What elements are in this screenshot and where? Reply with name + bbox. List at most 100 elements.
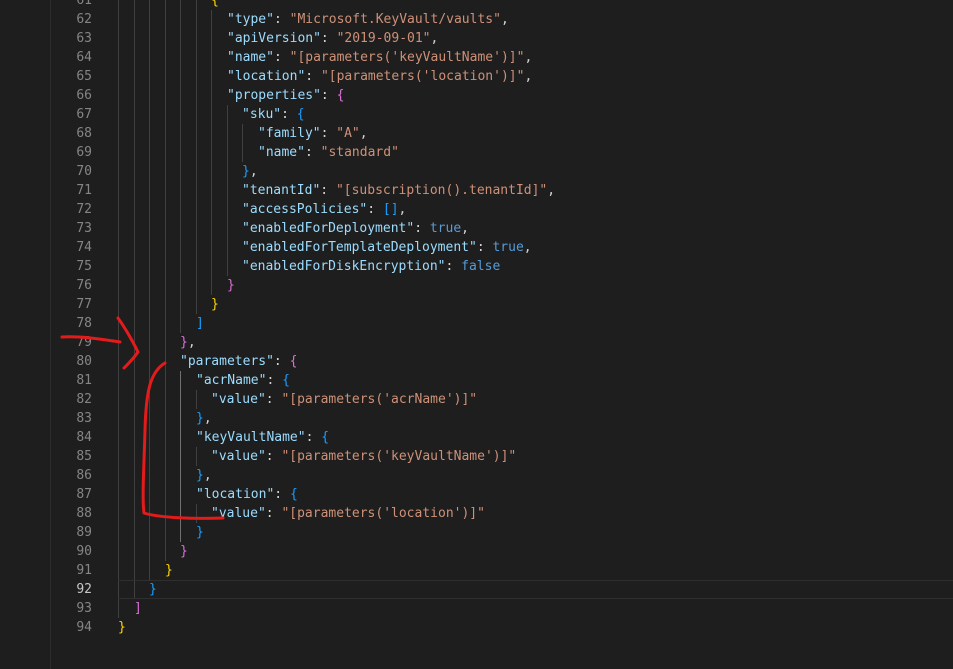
- indent-guide: [180, 428, 181, 447]
- indent-guide: [118, 219, 119, 238]
- code-line[interactable]: 74 "enabledForTemplateDeployment": true,: [0, 238, 953, 257]
- code-token: "[parameters('location')]": [281, 506, 485, 521]
- code-line[interactable]: 90}: [0, 542, 953, 561]
- code-line[interactable]: 66 "properties": {: [0, 86, 953, 105]
- code-line[interactable]: 68 "family": "A",: [0, 124, 953, 143]
- code-line[interactable]: 77}: [0, 295, 953, 314]
- code-line[interactable]: 92}: [0, 580, 953, 599]
- code-token: :: [304, 145, 321, 160]
- indent-guide: [149, 371, 150, 390]
- code-line[interactable]: 88 "value": "[parameters('location')]": [0, 504, 953, 523]
- indent-guide: [180, 447, 181, 466]
- code-line[interactable]: 84 "keyVaultName": {: [0, 428, 953, 447]
- code-line[interactable]: 76}: [0, 276, 953, 295]
- indent-guide: [165, 447, 166, 466]
- indent-guide: [196, 219, 197, 238]
- indent-guide: [134, 0, 135, 10]
- code-line[interactable]: 85 "value": "[parameters('keyVaultName')]…: [0, 447, 953, 466]
- code-line[interactable]: 69 "name": "standard": [0, 143, 953, 162]
- code-line[interactable]: 91}: [0, 561, 953, 580]
- code-line[interactable]: 80 "parameters": {: [0, 352, 953, 371]
- code-line[interactable]: 94}: [0, 618, 953, 637]
- code-token: "parameters": [180, 354, 274, 369]
- code-token: }: [165, 563, 173, 578]
- indent-guide: [180, 162, 181, 181]
- line-number: 93: [76, 601, 92, 616]
- code-token: }: [149, 582, 157, 597]
- code-line[interactable]: 71 "tenantId": "[subscription().tenantId]…: [0, 181, 953, 200]
- line-number: 72: [76, 202, 92, 217]
- code-line[interactable]: 83},: [0, 409, 953, 428]
- code-line[interactable]: 87 "location": {: [0, 485, 953, 504]
- line-number: 70: [76, 164, 92, 179]
- indent-guide: [165, 523, 166, 542]
- code-line[interactable]: 93]: [0, 599, 953, 618]
- code-token: :: [305, 430, 322, 445]
- line-number: 86: [76, 468, 92, 483]
- indent-guide: [165, 333, 166, 352]
- code-token: []: [382, 202, 399, 217]
- line-number: 65: [76, 69, 92, 84]
- code-token: :: [414, 221, 430, 236]
- code-token: true: [429, 221, 462, 236]
- indent-guide: [165, 162, 166, 181]
- indent-guide: [118, 257, 119, 276]
- code-line[interactable]: 82 "value": "[parameters('acrName')]": [0, 390, 953, 409]
- code-token: ]: [196, 316, 204, 331]
- code-content: "tenantId": "[subscription().tenantId]",: [242, 181, 555, 200]
- indent-guide: [149, 10, 150, 29]
- indent-guide: [118, 143, 119, 162]
- line-number: 75: [76, 259, 92, 274]
- indent-guide: [180, 124, 181, 143]
- code-line[interactable]: 78]: [0, 314, 953, 333]
- code-token: {: [296, 107, 305, 122]
- code-line[interactable]: 63 "apiVersion": "2019-09-01",: [0, 29, 953, 48]
- code-lines[interactable]: 61 {62 "type": "Microsoft.KeyVault/vaults"…: [0, 0, 953, 637]
- indent-guide: [118, 466, 119, 485]
- code-line[interactable]: 62 "type": "Microsoft.KeyVault/vaults",: [0, 10, 953, 29]
- code-line[interactable]: 72 "accessPolicies": [],: [0, 200, 953, 219]
- indent-guide: [134, 276, 135, 295]
- indent-guide: [211, 48, 212, 67]
- indent-guide: [196, 200, 197, 219]
- code-token: ,: [461, 221, 469, 236]
- code-line[interactable]: 67 "sku": {: [0, 105, 953, 124]
- code-line[interactable]: 86},: [0, 466, 953, 485]
- code-token: }: [242, 164, 250, 179]
- code-line[interactable]: 61 {: [0, 0, 953, 10]
- indent-guide: [149, 238, 150, 257]
- code-line[interactable]: 70},: [0, 162, 953, 181]
- code-line[interactable]: 79},: [0, 333, 953, 352]
- code-token: "Microsoft.KeyVault/vaults": [289, 12, 501, 27]
- code-editor[interactable]: 61 {62 "type": "Microsoft.KeyVault/vaults"…: [0, 0, 953, 669]
- line-number: 69: [76, 145, 92, 160]
- indent-guide: [165, 542, 166, 561]
- indent-guide: [118, 561, 119, 580]
- code-content: "value": "[parameters('acrName')]": [211, 390, 477, 409]
- code-line[interactable]: 65 "location": "[parameters('location')]"…: [0, 67, 953, 86]
- code-token: "enabledForDiskEncryption": [242, 259, 446, 274]
- indent-guide: [149, 0, 150, 10]
- indent-guide: [118, 409, 119, 428]
- indent-guide: [180, 143, 181, 162]
- code-line[interactable]: 73 "enabledForDeployment": true,: [0, 219, 953, 238]
- line-number: 62: [76, 12, 92, 27]
- code-content: "apiVersion": "2019-09-01",: [227, 29, 438, 48]
- code-token: "[parameters('keyVaultName')]": [289, 50, 525, 65]
- line-number: 88: [76, 506, 92, 521]
- code-token: "[subscription().tenantId]": [335, 183, 548, 198]
- code-line[interactable]: 81 "acrName": {: [0, 371, 953, 390]
- line-number: 76: [76, 278, 92, 293]
- code-content: },: [196, 409, 212, 428]
- indent-guide: [134, 352, 135, 371]
- code-line[interactable]: 89}: [0, 523, 953, 542]
- code-line[interactable]: 64 "name": "[parameters('keyVaultName')]"…: [0, 48, 953, 67]
- indent-guide: [118, 200, 119, 219]
- indent-guide: [180, 67, 181, 86]
- indent-guide: [196, 124, 197, 143]
- indent-guide: [118, 124, 119, 143]
- indent-guide: [242, 124, 243, 143]
- code-line[interactable]: 75 "enabledForDiskEncryption": false: [0, 257, 953, 276]
- line-number: 67: [76, 107, 92, 122]
- indent-guide: [180, 86, 181, 105]
